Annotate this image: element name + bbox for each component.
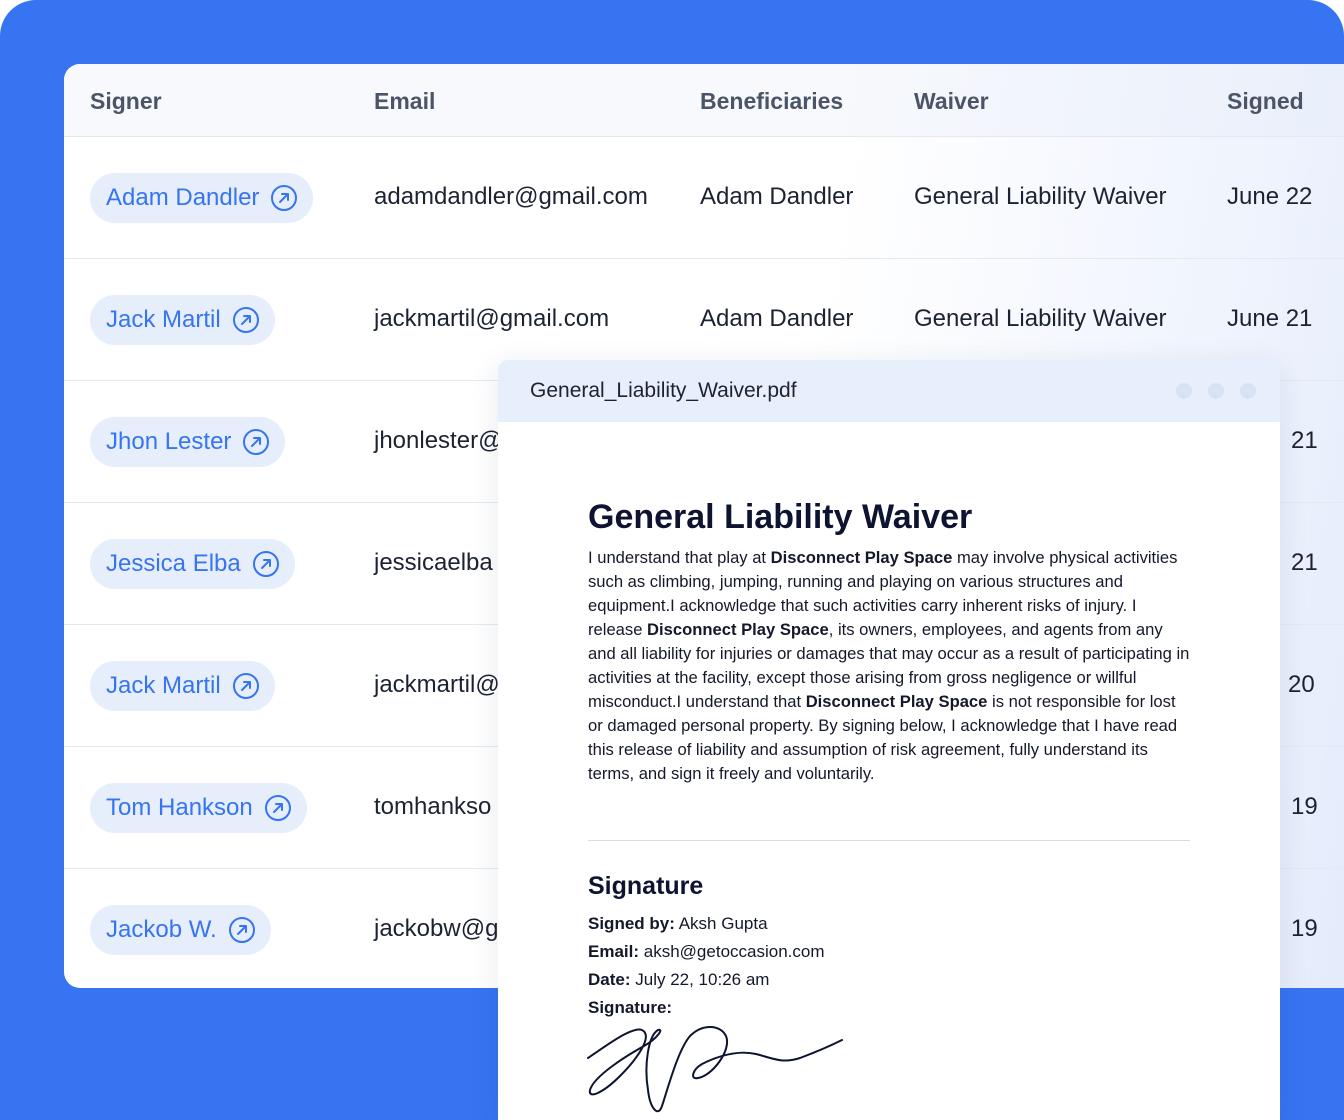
signed-date-cell: 21 [1291, 427, 1318, 454]
handwritten-signature [587, 1026, 843, 1113]
signer-chip[interactable]: Jhon Lester [90, 417, 286, 467]
open-external-icon [232, 673, 259, 699]
waiver-cell: General Liability Waiver [914, 305, 1167, 332]
signer-name: Adam Dandler [106, 184, 260, 211]
signer-name: Jackob W. [106, 916, 217, 943]
signature-label: Signature: [588, 998, 673, 1017]
email-cell: jackmartil@gmail.com [374, 305, 610, 332]
open-external-icon [271, 185, 298, 211]
table-header: Signer Email Beneficiaries Waiver Signed [64, 64, 1344, 137]
window-dot[interactable] [1240, 383, 1256, 399]
business-name: Disconnect Play Space [770, 548, 953, 567]
document-body: I understand that play at Disconnect Pla… [588, 546, 1194, 786]
signer-name: Tom Hankson [106, 794, 253, 821]
signed-date-cell: June 21 [1227, 305, 1313, 332]
beneficiaries-cell: Adam Dandler [700, 305, 854, 332]
signer-chip[interactable]: Adam Dandler [90, 173, 314, 223]
email-cell: tomhankso [374, 793, 492, 820]
email-cell: adamdandler@gmail.com [374, 183, 648, 210]
date-line: Date: July 22, 10:26 am [588, 970, 769, 990]
pdf-title-bar: General_Liability_Waiver.pdf [498, 360, 1280, 422]
email-line: Email: aksh@getoccasion.com [588, 942, 825, 962]
signed-by-value: Aksh Gupta [678, 914, 768, 933]
signed-date-cell: 19 [1291, 793, 1318, 820]
column-header-beneficiaries[interactable]: Beneficiaries [700, 88, 843, 115]
email-label: Email: [588, 942, 640, 961]
date-value: July 22, 10:26 am [635, 970, 770, 989]
open-external-icon [252, 551, 279, 577]
signed-date-cell: June 22 [1227, 183, 1313, 210]
signer-chip[interactable]: Jack Martil [90, 661, 275, 711]
body-text: I understand that play at [588, 548, 771, 567]
column-header-signed[interactable]: Signed [1227, 88, 1304, 115]
business-name: Disconnect Play Space [805, 692, 988, 711]
email-value: aksh@getoccasion.com [643, 942, 825, 961]
waiver-cell: General Liability Waiver [914, 183, 1167, 210]
pdf-viewer: General_Liability_Waiver.pdf General Lia… [498, 360, 1280, 1120]
email-cell: jackobw@g [374, 915, 499, 942]
window-dot[interactable] [1176, 383, 1192, 399]
signer-name: Jack Martil [106, 672, 221, 699]
signed-by-label: Signed by: [588, 914, 675, 933]
signer-name: Jessica Elba [106, 550, 241, 577]
divider [588, 840, 1190, 841]
beneficiaries-cell: Adam Dandler [700, 183, 854, 210]
signer-chip[interactable]: Jackob W. [90, 905, 271, 955]
document-title: General Liability Waiver [588, 498, 973, 536]
signer-chip[interactable]: Jessica Elba [90, 539, 295, 589]
window-dot[interactable] [1208, 383, 1224, 399]
signed-date-cell: 19 [1291, 915, 1318, 942]
signature-heading: Signature [588, 872, 704, 900]
signer-chip[interactable]: Jack Martil [90, 295, 275, 345]
signer-name: Jack Martil [106, 306, 221, 333]
open-external-icon [228, 917, 255, 943]
signer-name: Jhon Lester [106, 428, 232, 455]
open-external-icon [264, 795, 291, 821]
column-header-waiver[interactable]: Waiver [914, 88, 989, 115]
business-name: Disconnect Play Space [647, 620, 829, 639]
pdf-filename: General_Liability_Waiver.pdf [530, 379, 797, 402]
email-cell: jackmartil@ [374, 671, 500, 698]
signed-date-cell: 21 [1291, 549, 1318, 576]
signed-by-line: Signed by: Aksh Gupta [588, 914, 768, 934]
column-header-email[interactable]: Email [374, 88, 435, 115]
signer-chip[interactable]: Tom Hankson [90, 783, 307, 833]
column-header-signer[interactable]: Signer [90, 88, 162, 115]
email-cell: jhonlester@ [374, 427, 503, 454]
table-row[interactable]: Adam Dandler adamdandler@gmail.com Adam … [64, 137, 1344, 259]
email-cell: jessicaelba [374, 549, 493, 576]
signed-date-cell: 20 [1288, 671, 1315, 698]
signature-line: Signature: [588, 998, 672, 1018]
open-external-icon [232, 307, 259, 333]
date-label: Date: [588, 970, 631, 989]
open-external-icon [243, 429, 270, 455]
